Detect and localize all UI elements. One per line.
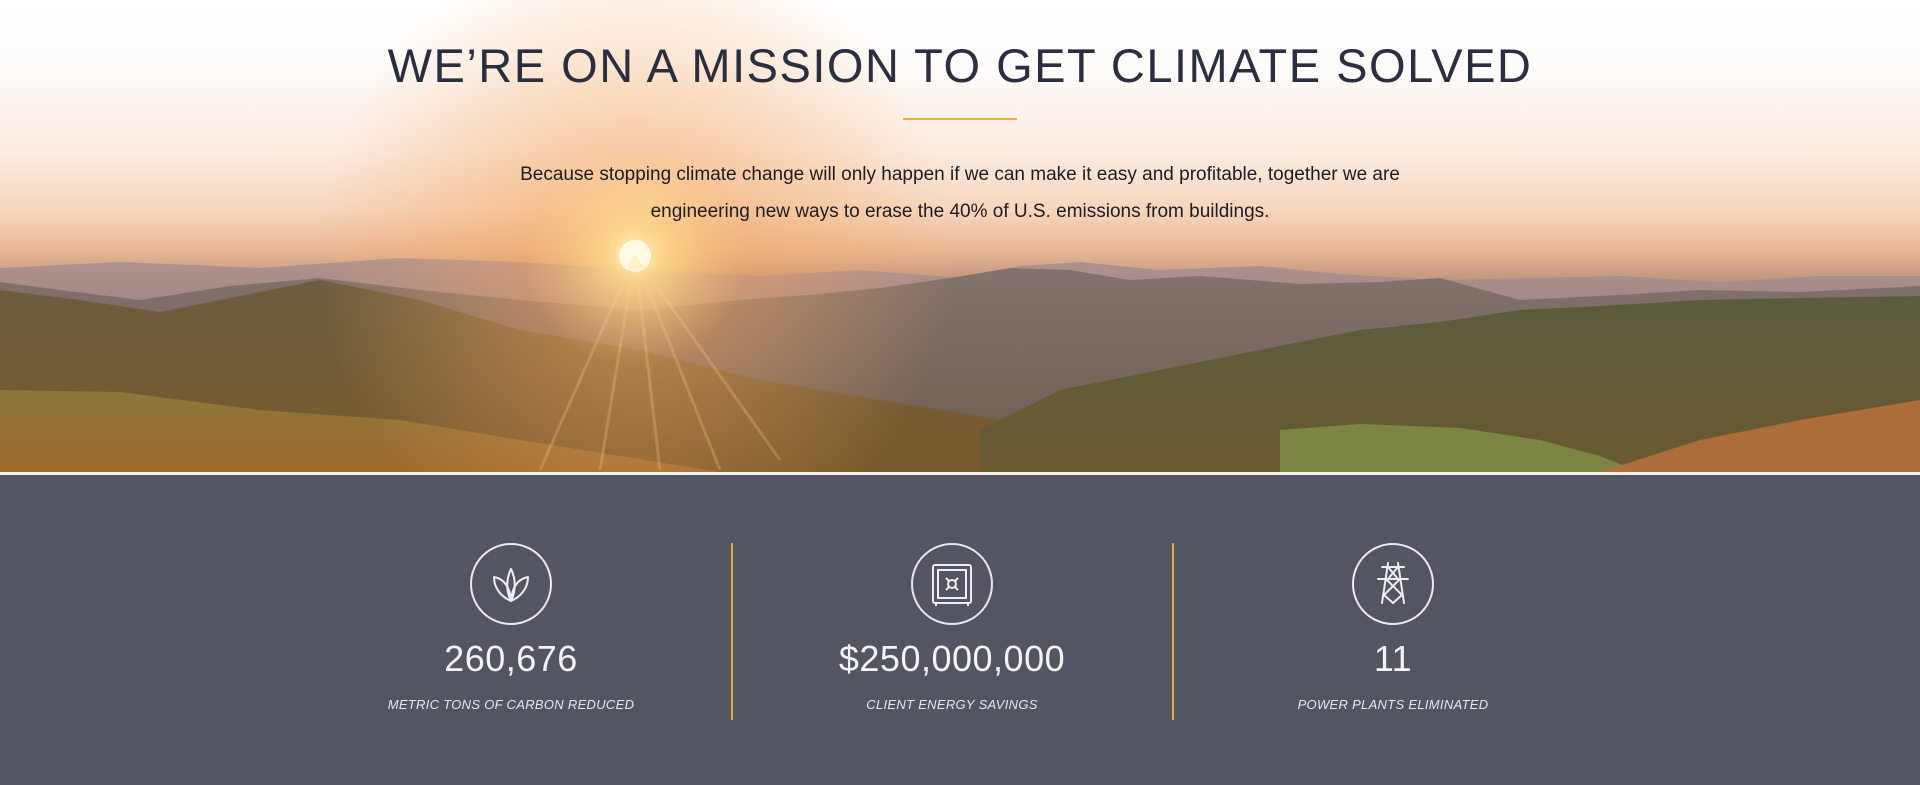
safe-icon <box>911 543 993 625</box>
hero-subtitle-line-1: Because stopping climate change will onl… <box>520 164 1400 185</box>
stat-energy-savings: $250,000,000 CLIENT ENERGY SAVINGS <box>732 475 1172 785</box>
page-title: WE’RE ON A MISSION TO GET CLIMATE SOLVED <box>387 39 1533 92</box>
stat-value: 11 <box>1373 638 1413 679</box>
stat-carbon-reduced: 260,676 METRIC TONS OF CARBON REDUCED <box>291 475 731 785</box>
leaf-sprout-icon <box>470 543 552 625</box>
title-divider <box>903 118 1017 120</box>
stats-section: 260,676 METRIC TONS OF CARBON REDUCED $2… <box>0 475 1920 785</box>
stat-label: POWER PLANTS ELIMINATED <box>1297 697 1489 712</box>
stat-label: CLIENT ENERGY SAVINGS <box>866 697 1038 712</box>
hero-section: WE’RE ON A MISSION TO GET CLIMATE SOLVED… <box>0 0 1920 472</box>
hero-subtitle-line-2: engineering new ways to erase the 40% of… <box>650 201 1270 222</box>
stat-power-plants: 11 POWER PLANTS ELIMINATED <box>1173 475 1613 785</box>
hero-subtitle: Because stopping climate change will onl… <box>470 156 1450 230</box>
stat-value: $250,000,000 <box>838 638 1066 679</box>
power-tower-icon <box>1352 543 1434 625</box>
stat-value: 260,676 <box>444 638 578 679</box>
stat-label: METRIC TONS OF CARBON REDUCED <box>387 697 635 712</box>
